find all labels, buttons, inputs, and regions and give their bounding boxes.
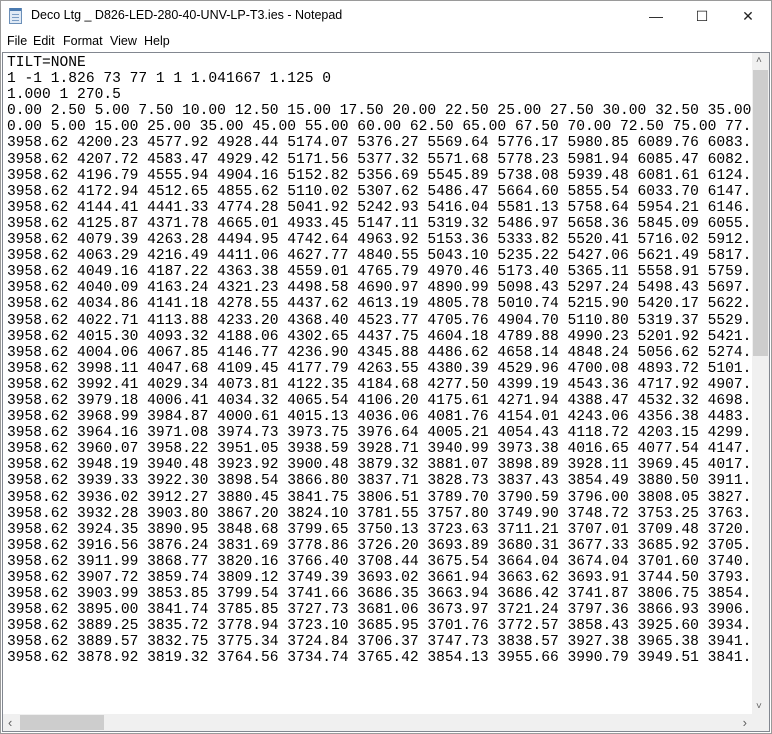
text-line: 3958.62 4040.09 4163.24 4321.23 4498.58 … [7,280,755,297]
scroll-right-arrow-icon[interactable]: › [743,715,747,730]
horizontal-scrollbar[interactable]: ‹ › [3,714,752,731]
menu-bar: File Edit Format View Help [1,31,771,52]
text-line: 0.00 5.00 15.00 25.00 35.00 45.00 55.00 … [7,119,755,136]
menu-edit[interactable]: Edit [33,34,55,48]
text-line: 3958.62 4125.87 4371.78 4665.01 4933.45 … [7,215,755,232]
text-line: 3958.62 3992.41 4029.34 4073.81 4122.35 … [7,376,755,393]
text-line: 3958.62 3964.16 3971.08 3974.73 3973.75 … [7,425,755,442]
text-line: 1.000 1 270.5 [7,87,121,104]
text-line: 3958.62 4022.71 4113.88 4233.20 4368.40 … [7,312,755,329]
maximize-button[interactable]: ☐ [679,1,725,31]
notepad-app-icon[interactable] [9,8,22,24]
text-line: 3958.62 4004.06 4067.85 4146.77 4236.90 … [7,344,755,361]
text-line: 3958.62 3939.33 3922.30 3898.54 3866.80 … [7,473,755,490]
text-line: 3958.62 3916.56 3876.24 3831.69 3778.86 … [7,537,755,554]
text-line: 3958.62 3936.02 3912.27 3880.45 3841.75 … [7,489,755,506]
text-line: 3958.62 3878.92 3819.32 3764.56 3734.74 … [7,650,755,667]
vertical-scroll-thumb[interactable] [753,70,768,356]
text-line: 3958.62 4063.29 4216.49 4411.06 4627.77 … [7,248,755,265]
text-line: 3958.62 3968.99 3984.87 4000.61 4015.13 … [7,409,755,426]
vertical-scrollbar[interactable]: ˄ ˅ [752,53,769,714]
scroll-up-arrow-icon[interactable]: ˄ [756,55,762,66]
menu-format[interactable]: Format [63,34,103,48]
text-line: 3958.62 4049.16 4187.22 4363.38 4559.01 … [7,264,755,281]
text-line: 3958.62 3911.99 3868.77 3820.16 3766.40 … [7,553,755,570]
notepad-window: Deco Ltg _ D826-LED-280-40-UNV-LP-T3.ies… [0,0,772,734]
text-line: 3958.62 3889.25 3835.72 3778.94 3723.10 … [7,618,755,635]
text-line: 3958.62 3903.99 3853.85 3799.54 3741.66 … [7,586,755,603]
text-line: 3958.62 4015.30 4093.32 4188.06 4302.65 … [7,328,755,345]
minimize-button[interactable]: — [633,1,679,31]
text-line: 3958.62 3948.19 3940.48 3923.92 3900.48 … [7,457,755,474]
text-line: 3958.62 3889.57 3832.75 3775.34 3724.84 … [7,634,755,651]
text-line: 3958.62 4200.23 4577.92 4928.44 5174.07 … [7,135,755,152]
text-editor[interactable]: TILT=NONE 1 -1 1.826 73 77 1 1 1.041667 1… [2,52,770,732]
text-line: 3958.62 3907.72 3859.74 3809.12 3749.39 … [7,570,755,586]
resize-grip-icon[interactable] [752,714,769,731]
close-button[interactable]: ✕ [725,1,771,31]
text-line: 3958.62 3960.07 3958.22 3951.05 3938.59 … [7,441,755,458]
text-line: 0.00 2.50 5.00 7.50 10.00 12.50 15.00 17… [7,103,755,120]
text-line: 3958.62 3998.11 4047.68 4109.45 4177.79 … [7,360,755,377]
text-line: 3958.62 4172.94 4512.65 4855.62 5110.02 … [7,183,755,200]
menu-view[interactable]: View [110,34,137,48]
menu-help[interactable]: Help [144,34,170,48]
horizontal-scroll-thumb[interactable] [20,715,104,730]
text-line: 3958.62 3895.00 3841.74 3785.85 3727.73 … [7,602,755,619]
window-title: Deco Ltg _ D826-LED-280-40-UNV-LP-T3.ies… [31,8,343,22]
menu-file[interactable]: File [7,34,27,48]
text-line: 3958.62 3932.28 3903.80 3867.20 3824.10 … [7,505,755,522]
scroll-down-arrow-icon[interactable]: ˅ [756,701,762,712]
title-bar[interactable]: Deco Ltg _ D826-LED-280-40-UNV-LP-T3.ies… [1,1,771,31]
text-line: 3958.62 4196.79 4555.94 4904.16 5152.82 … [7,167,755,184]
text-line: 3958.62 4144.41 4441.33 4774.28 5041.92 … [7,199,755,216]
text-line: 1 -1 1.826 73 77 1 1 1.041667 1.125 0 [7,71,332,88]
text-line: 3958.62 3924.35 3890.95 3848.68 3799.65 … [7,521,755,538]
text-line: 3958.62 4207.72 4583.47 4929.42 5171.56 … [7,151,755,168]
scroll-left-arrow-icon[interactable]: ‹ [8,715,12,730]
text-line: 3958.62 4034.86 4141.18 4278.55 4437.62 … [7,296,755,313]
text-line: TILT=NONE [7,55,86,71]
text-line: 3958.62 3979.18 4006.41 4034.32 4065.54 … [7,392,755,409]
text-content[interactable]: TILT=NONE 1 -1 1.826 73 77 1 1 1.041667 1… [7,55,755,715]
text-line: 3958.62 4079.39 4263.28 4494.95 4742.64 … [7,232,755,249]
